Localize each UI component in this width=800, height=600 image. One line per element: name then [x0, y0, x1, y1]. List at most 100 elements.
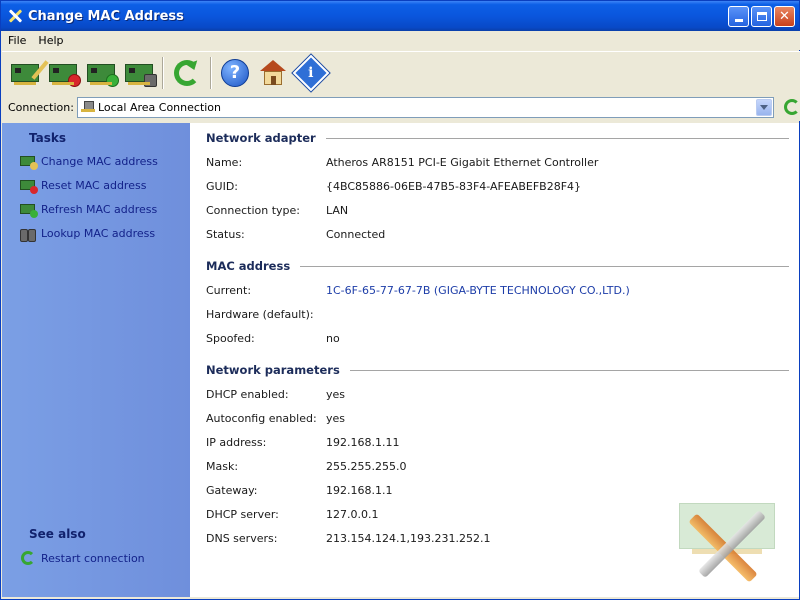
card-refresh-icon	[19, 202, 38, 218]
detail-value: 192.168.1.1	[326, 483, 393, 497]
menu-help[interactable]: Help	[32, 34, 69, 47]
toolbar-separator	[210, 56, 212, 89]
task-reset-mac[interactable]: Reset MAC address	[19, 176, 146, 194]
detail-row: Autoconfig enabled: yes	[206, 410, 345, 426]
card-reset-icon	[19, 178, 38, 194]
card-refresh-icon	[87, 63, 119, 87]
help-icon: ?	[221, 58, 249, 87]
app-tools-icon	[7, 8, 23, 24]
see-also-heading: See also	[29, 527, 86, 541]
detail-row: DNS servers: 213.154.124.1,193.231.252.1	[206, 530, 490, 546]
toolbar-refresh-button[interactable]	[170, 56, 204, 90]
detail-key: Autoconfig enabled:	[206, 411, 317, 425]
card-reset-icon	[49, 63, 81, 87]
card-lookup-icon	[125, 63, 157, 87]
detail-value: Atheros AR8151 PCI-E Gigabit Ethernet Co…	[326, 155, 599, 169]
toolbar-help-button[interactable]: ?	[218, 56, 252, 90]
detail-value: {4BC85886-06EB-47B5-83F4-AFEABEFB28F4}	[326, 179, 582, 193]
toolbar-about-button[interactable]: i	[292, 54, 330, 91]
detail-row: DHCP enabled: yes	[206, 386, 345, 402]
task-lookup-mac[interactable]: Lookup MAC address	[19, 224, 155, 242]
tasks-heading: Tasks	[29, 131, 67, 145]
tools-watermark-icon	[677, 475, 795, 593]
detail-key: Spoofed:	[206, 331, 255, 345]
maximize-icon	[756, 12, 767, 21]
menu-bar: File Help	[2, 31, 800, 50]
connection-bar: Connection: Local Area Connection	[2, 93, 800, 121]
detail-row: Connection type: LAN	[206, 202, 348, 218]
toolbar-refresh-mac-button[interactable]	[84, 56, 119, 90]
detail-value: Connected	[326, 227, 386, 241]
section-divider	[300, 265, 789, 267]
app-window: Change MAC Address ✕ File Help ? i Conne…	[0, 0, 800, 600]
card-edit-icon	[11, 59, 49, 85]
task-change-mac[interactable]: Change MAC address	[19, 152, 158, 170]
detail-value: yes	[326, 387, 346, 401]
detail-value: 213.154.124.1,193.231.252.1	[326, 531, 491, 545]
detail-key: Name:	[206, 155, 243, 169]
section-divider	[325, 137, 789, 139]
connection-label: Connection:	[8, 100, 74, 114]
toolbar: ? i	[2, 51, 800, 93]
menu-file[interactable]: File	[2, 34, 32, 47]
info-icon: i	[292, 54, 330, 91]
chevron-down-icon[interactable]	[756, 98, 773, 116]
refresh-connections-icon[interactable]	[784, 99, 800, 115]
home-icon	[260, 59, 286, 86]
detail-row: Gateway: 192.168.1.1	[206, 482, 392, 498]
detail-key: Hardware (default):	[206, 307, 314, 321]
section-title: Network adapter	[206, 131, 316, 145]
task-label: Change MAC address	[41, 154, 158, 168]
connection-value: Local Area Connection	[97, 100, 222, 114]
toolbar-lookup-mac-button[interactable]	[122, 56, 157, 90]
detail-key: Connection type:	[206, 203, 301, 217]
restart-icon	[21, 551, 35, 565]
detail-value: yes	[326, 411, 346, 425]
detail-value: LAN	[326, 203, 349, 217]
maximize-button[interactable]	[751, 6, 772, 27]
detail-key: Status:	[206, 227, 245, 241]
card-edit-icon	[19, 154, 38, 170]
task-label: Lookup MAC address	[41, 226, 156, 240]
task-label: Restart connection	[41, 551, 145, 565]
toolbar-reset-mac-button[interactable]	[46, 56, 81, 90]
section-title: MAC address	[206, 259, 291, 273]
detail-key: DNS servers:	[206, 531, 278, 545]
detail-key: Gateway:	[206, 483, 258, 497]
close-button[interactable]: ✕	[774, 6, 795, 27]
window-title: Change MAC Address	[28, 8, 184, 24]
toolbar-home-button[interactable]	[256, 56, 290, 90]
section-title: Network parameters	[206, 363, 340, 377]
detail-key: Current:	[206, 283, 252, 297]
detail-row: DHCP server: 127.0.0.1	[206, 506, 378, 522]
title-bar[interactable]: Change MAC Address ✕	[1, 1, 799, 31]
task-label: Refresh MAC address	[41, 202, 158, 216]
detail-row: IP address: 192.168.1.11	[206, 434, 399, 450]
detail-key: IP address:	[206, 435, 267, 449]
section-network-adapter: Network adapter	[206, 129, 789, 147]
task-refresh-mac[interactable]: Refresh MAC address	[19, 200, 157, 218]
details-panel: Network adapter Name: Atheros AR8151 PCI-…	[190, 123, 799, 597]
binoculars-icon	[19, 226, 37, 242]
toolbar-change-mac-button[interactable]	[8, 56, 49, 90]
detail-row: GUID: {4BC85886-06EB-47B5-83F4-AFEABEFB28…	[206, 178, 581, 194]
detail-key: GUID:	[206, 179, 238, 193]
task-sidebar: Tasks Change MAC address Reset MAC addre…	[2, 123, 190, 597]
section-network-parameters: Network parameters	[206, 361, 789, 379]
detail-row: Current: 1C-6F-65-77-67-7B (GIGA-BYTE TEC…	[206, 282, 630, 298]
section-mac-address: MAC address	[206, 257, 789, 275]
minimize-button[interactable]	[728, 6, 749, 27]
close-icon: ✕	[779, 9, 790, 24]
toolbar-separator	[162, 56, 164, 89]
detail-value: 127.0.0.1	[326, 507, 379, 521]
detail-key: Mask:	[206, 459, 239, 473]
detail-row: Spoofed: no	[206, 330, 340, 346]
detail-value: 255.255.255.0	[326, 459, 407, 473]
detail-row: Mask: 255.255.255.0	[206, 458, 406, 474]
minimize-icon	[734, 19, 743, 22]
detail-row: Name: Atheros AR8151 PCI-E Gigabit Ethern…	[206, 154, 598, 170]
task-restart-connection[interactable]: Restart connection	[21, 549, 145, 567]
current-mac-link[interactable]: 1C-6F-65-77-67-7B (GIGA-BYTE TECHNOLOGY …	[326, 284, 630, 297]
connection-select[interactable]: Local Area Connection	[76, 96, 775, 118]
network-connection-icon	[80, 101, 95, 113]
